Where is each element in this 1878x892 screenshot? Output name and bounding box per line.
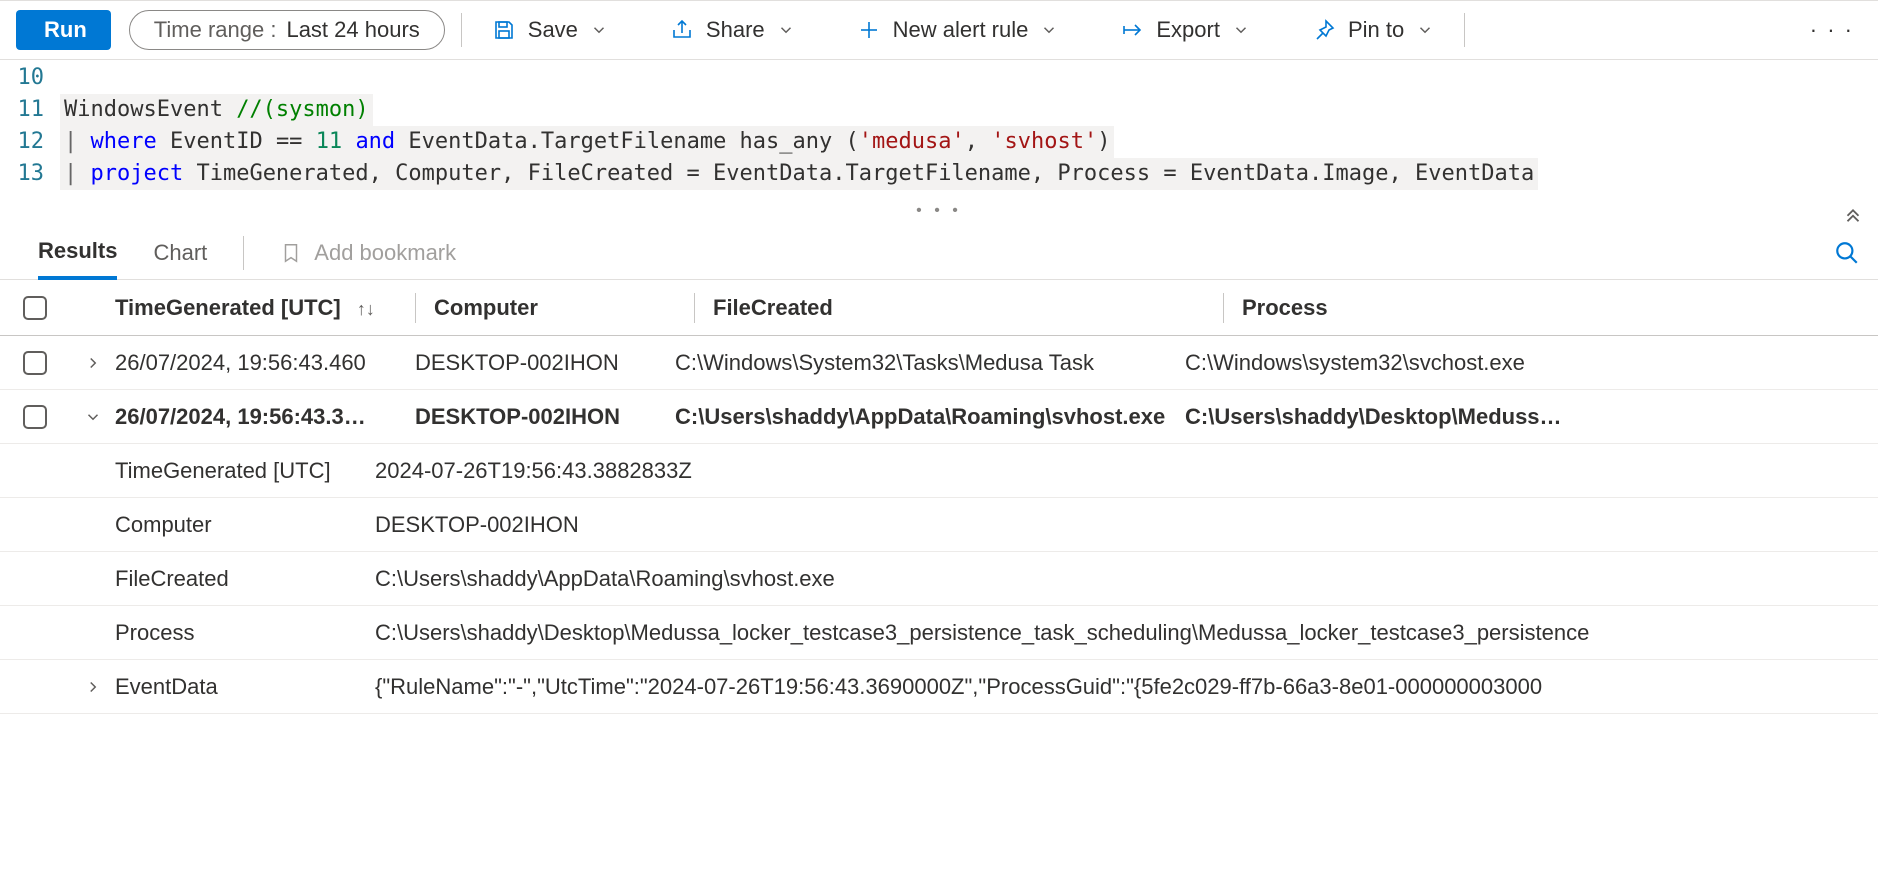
line-gutter: 10111213 [0,62,60,190]
search-icon [1834,240,1860,266]
time-range-label: Time range : [154,17,277,43]
detail-value: C:\Users\shaddy\AppData\Roaming\svhost.e… [375,566,1878,592]
chevron-down-icon [1416,21,1434,39]
separator [243,236,244,270]
toolbar: Run Time range : Last 24 hours Save Shar… [0,0,1878,60]
share-label: Share [706,17,765,43]
collapse-editor-icon[interactable] [1842,202,1864,224]
bookmark-icon [280,242,302,264]
cell-process: C:\Users\shaddy\Desktop\Meduss… [1185,404,1878,430]
detail-value: DESKTOP-002IHON [375,512,1878,538]
detail-key: TimeGenerated [UTC] [115,458,375,484]
search-button[interactable] [1834,240,1860,266]
cell-time: 26/07/2024, 19:56:43.3… [115,404,415,430]
col-header-process[interactable]: Process [1242,295,1878,321]
detail-key: EventData [115,674,375,700]
time-range-value: Last 24 hours [286,17,419,43]
separator [461,13,462,47]
run-button[interactable]: Run [16,10,111,50]
detail-row: FileCreatedC:\Users\shaddy\AppData\Roami… [0,552,1878,606]
col-header-time[interactable]: TimeGenerated [UTC] ↑↓ [115,295,415,321]
chevron-down-icon [777,21,795,39]
chevron-down-icon [1040,21,1058,39]
detail-row: ProcessC:\Users\shaddy\Desktop\Medussa_l… [0,606,1878,660]
expand-row-icon[interactable] [70,354,115,372]
pin-icon [1312,18,1336,42]
detail-value: 2024-07-26T19:56:43.3882833Z [375,458,1878,484]
cell-file: C:\Users\shaddy\AppData\Roaming\svhost.e… [675,404,1185,430]
chevron-down-icon [590,21,608,39]
detail-row: EventData{"RuleName":"-","UtcTime":"2024… [0,660,1878,714]
expand-detail-icon[interactable] [70,678,115,696]
detail-value: {"RuleName":"-","UtcTime":"2024-07-26T19… [375,674,1878,700]
time-range-picker[interactable]: Time range : Last 24 hours [129,10,445,50]
table-row[interactable]: 26/07/2024, 19:56:43.460DESKTOP-002IHONC… [0,336,1878,390]
sort-icon: ↑↓ [357,299,375,319]
expand-row-icon[interactable] [70,408,115,426]
share-button[interactable]: Share [656,10,809,50]
cell-time: 26/07/2024, 19:56:43.460 [115,350,415,376]
grid-body: 26/07/2024, 19:56:43.460DESKTOP-002IHONC… [0,336,1878,714]
save-icon [492,18,516,42]
pin-to-label: Pin to [1348,17,1404,43]
bookmark-label: Add bookmark [314,240,456,266]
code-area[interactable]: WindowsEvent //(sysmon)| where EventID =… [60,62,1878,190]
save-label: Save [528,17,578,43]
detail-row: ComputerDESKTOP-002IHON [0,498,1878,552]
detail-value: C:\Users\shaddy\Desktop\Medussa_locker_t… [375,620,1878,646]
export-icon [1120,18,1144,42]
pin-to-button[interactable]: Pin to [1298,10,1448,50]
row-checkbox[interactable] [23,351,47,375]
detail-key: Process [115,620,375,646]
more-button[interactable]: · · · [1802,17,1862,43]
tab-results[interactable]: Results [38,227,117,280]
cell-file: C:\Windows\System32\Tasks\Medusa Task [675,350,1185,376]
query-editor[interactable]: 10111213 WindowsEvent //(sysmon)| where … [0,60,1878,200]
select-all-checkbox[interactable] [23,296,47,320]
separator [1464,13,1465,47]
new-alert-rule-button[interactable]: New alert rule [843,10,1073,50]
row-checkbox[interactable] [23,405,47,429]
detail-key: FileCreated [115,566,375,592]
add-bookmark-button[interactable]: Add bookmark [280,240,456,266]
export-button[interactable]: Export [1106,10,1264,50]
grid-header: TimeGenerated [UTC] ↑↓ Computer FileCrea… [0,280,1878,336]
export-label: Export [1156,17,1220,43]
plus-icon [857,18,881,42]
share-icon [670,18,694,42]
results-tabs: Results Chart Add bookmark [0,226,1878,280]
chevron-down-icon [1232,21,1250,39]
detail-key: Computer [115,512,375,538]
col-header-computer[interactable]: Computer [434,295,694,321]
table-row[interactable]: 26/07/2024, 19:56:43.3…DESKTOP-002IHONC:… [0,390,1878,444]
cell-computer: DESKTOP-002IHON [415,404,675,430]
resize-grip[interactable]: • • • [0,200,1878,226]
save-button[interactable]: Save [478,10,622,50]
cell-process: C:\Windows\system32\svchost.exe [1185,350,1878,376]
tab-chart[interactable]: Chart [153,226,207,279]
detail-row: TimeGenerated [UTC]2024-07-26T19:56:43.3… [0,444,1878,498]
cell-computer: DESKTOP-002IHON [415,350,675,376]
col-header-filecreated[interactable]: FileCreated [713,295,1223,321]
new-alert-label: New alert rule [893,17,1029,43]
run-label: Run [44,17,87,43]
